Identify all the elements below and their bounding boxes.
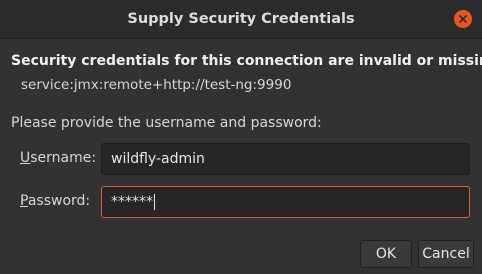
close-icon — [459, 15, 467, 23]
dialog-title: Supply Security Credentials — [127, 11, 355, 27]
credentials-prompt: Please provide the username and password… — [11, 115, 322, 131]
username-label-text: sername: — [30, 150, 97, 166]
password-label-text: assword: — [27, 193, 91, 209]
ok-button[interactable]: OK — [360, 240, 412, 268]
text-caret — [154, 194, 155, 210]
close-button[interactable] — [454, 10, 472, 28]
password-field[interactable]: ****** — [101, 186, 470, 218]
password-label-mnemonic: P — [20, 193, 28, 209]
username-label-mnemonic: U — [20, 150, 31, 166]
title-bar: Supply Security Credentials — [0, 0, 482, 39]
error-heading: Security credentials for this connection… — [11, 53, 482, 69]
username-field[interactable]: wildfly-admin — [101, 143, 470, 175]
password-label: Password: — [20, 193, 90, 209]
username-value: wildfly-admin — [111, 151, 205, 167]
password-value: ****** — [111, 194, 153, 210]
cancel-button[interactable]: Cancel — [418, 240, 474, 268]
service-url: service:jmx:remote+http://test-ng:9990 — [21, 77, 292, 93]
credentials-dialog: Supply Security Credentials Security cre… — [0, 0, 482, 274]
username-label: Username: — [20, 150, 96, 166]
